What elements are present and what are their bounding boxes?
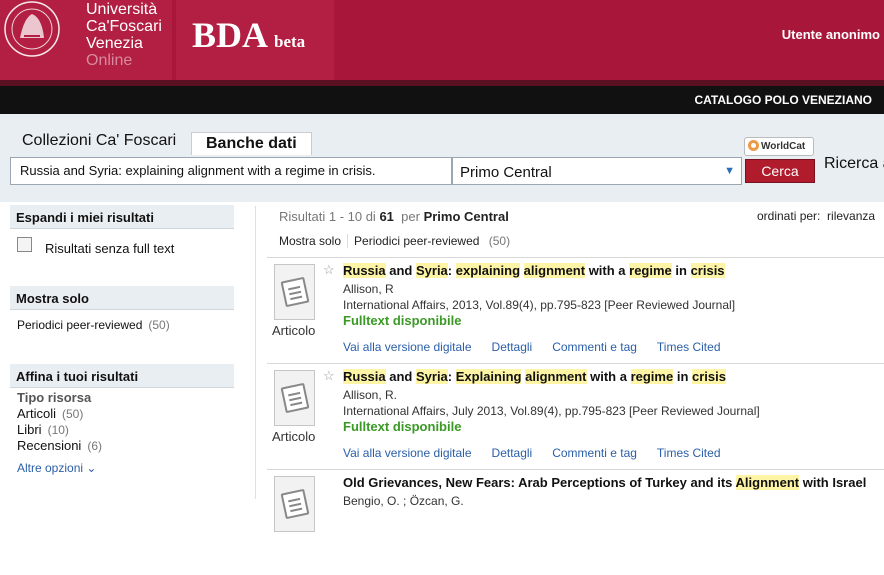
worldcat-icon (748, 140, 759, 151)
record-author: Bengio, O. ; Özcan, G. (343, 494, 464, 508)
scope-select[interactable]: Primo Central ▼ (452, 157, 742, 185)
star-icon[interactable]: ☆ (323, 262, 335, 278)
record-type: Articolo (272, 429, 316, 444)
university-seal-icon (4, 1, 60, 57)
no-fulltext-label[interactable]: Risultati senza full text (45, 241, 174, 256)
star-icon[interactable]: ☆ (323, 368, 335, 384)
column-divider (255, 206, 256, 499)
comments-tags-link[interactable]: Commenti e tag (552, 340, 637, 354)
result-record: Articolo ☆ Russia and Syria: explaining … (267, 257, 884, 363)
document-icon (280, 382, 310, 414)
tab-collezioni[interactable]: Collezioni Ca' Foscari (22, 132, 176, 150)
record-author: Allison, R. (343, 388, 398, 402)
record-source: International Affairs, 2013, Vol.89(4), … (343, 298, 736, 312)
show-only-heading: Mostra solo (10, 286, 234, 310)
more-options-link[interactable]: Altre opzioni ⌄ (17, 461, 96, 475)
results-summary: Risultati 1 - 10 di 61 per Primo Central (279, 209, 509, 224)
catalog-title: CATALOGO POLO VENEZIANO (694, 93, 872, 107)
facet-recensioni[interactable]: Recensioni (6) (17, 438, 102, 453)
facet-peer-reviewed[interactable]: Periodici peer-reviewed (50) (17, 318, 170, 332)
fulltext-status: Fulltext disponibile (343, 419, 462, 434)
university-name: Università Ca'Foscari Venezia Online (86, 1, 162, 69)
result-record: Old Grievances, New Fears: Arab Percepti… (267, 469, 884, 575)
record-author: Allison, R (343, 282, 394, 296)
chevron-down-icon: ⌄ (86, 461, 97, 475)
user-name[interactable]: Utente anonimo (782, 27, 880, 42)
active-filter[interactable]: Mostra solo Periodici peer-reviewed (50) (279, 234, 510, 248)
chevron-down-icon: ▼ (724, 165, 735, 177)
app-logo[interactable]: BDA beta (176, 0, 334, 80)
advanced-search-link[interactable]: Ricerca a (824, 155, 884, 173)
refine-heading: Affina i tuoi risultati (10, 364, 234, 388)
record-title[interactable]: Russia and Syria: Explaining alignment w… (343, 369, 726, 384)
comments-tags-link[interactable]: Commenti e tag (552, 446, 637, 460)
university-logo[interactable]: Università Ca'Foscari Venezia Online (0, 0, 172, 80)
times-cited-link[interactable]: Times Cited (657, 340, 721, 354)
search-input[interactable]: Russia and Syria: explaining alignment w… (10, 157, 452, 185)
search-button[interactable]: Cerca (745, 159, 815, 183)
details-link[interactable]: Dettagli (492, 446, 533, 460)
article-thumbnail[interactable] (274, 264, 315, 320)
tab-banche-dati[interactable]: Banche dati (191, 132, 312, 155)
record-title[interactable]: Russia and Syria: explaining alignment w… (343, 263, 725, 278)
record-source: International Affairs, July 2013, Vol.89… (343, 404, 760, 418)
document-icon (280, 276, 310, 308)
no-fulltext-checkbox[interactable] (17, 237, 32, 252)
facet-articoli[interactable]: Articoli (50) (17, 406, 83, 421)
record-title[interactable]: Old Grievances, New Fears: Arab Percepti… (343, 475, 866, 490)
times-cited-link[interactable]: Times Cited (657, 446, 721, 460)
worldcat-button[interactable]: WorldCat (744, 137, 814, 156)
facet-libri[interactable]: Libri (10) (17, 422, 69, 437)
sort-control[interactable]: ordinati per: rilevanza (757, 209, 875, 223)
result-record: Articolo ☆ Russia and Syria: Explaining … (267, 363, 884, 469)
record-type: Articolo (272, 323, 316, 338)
document-icon (280, 488, 310, 520)
article-thumbnail[interactable] (274, 370, 315, 426)
resource-type-heading: Tipo risorsa (17, 390, 92, 405)
digital-version-link[interactable]: Vai alla versione digitale (343, 446, 472, 460)
article-thumbnail[interactable] (274, 476, 315, 532)
fulltext-status: Fulltext disponibile (343, 313, 462, 328)
record-links: Vai alla versione digitale Dettagli Commen… (343, 340, 741, 354)
details-link[interactable]: Dettagli (492, 340, 533, 354)
digital-version-link[interactable]: Vai alla versione digitale (343, 340, 472, 354)
app-name: BDA beta (192, 15, 306, 55)
expand-results-heading: Espandi i miei risultati (10, 205, 234, 229)
record-links: Vai alla versione digitale Dettagli Commen… (343, 446, 741, 460)
